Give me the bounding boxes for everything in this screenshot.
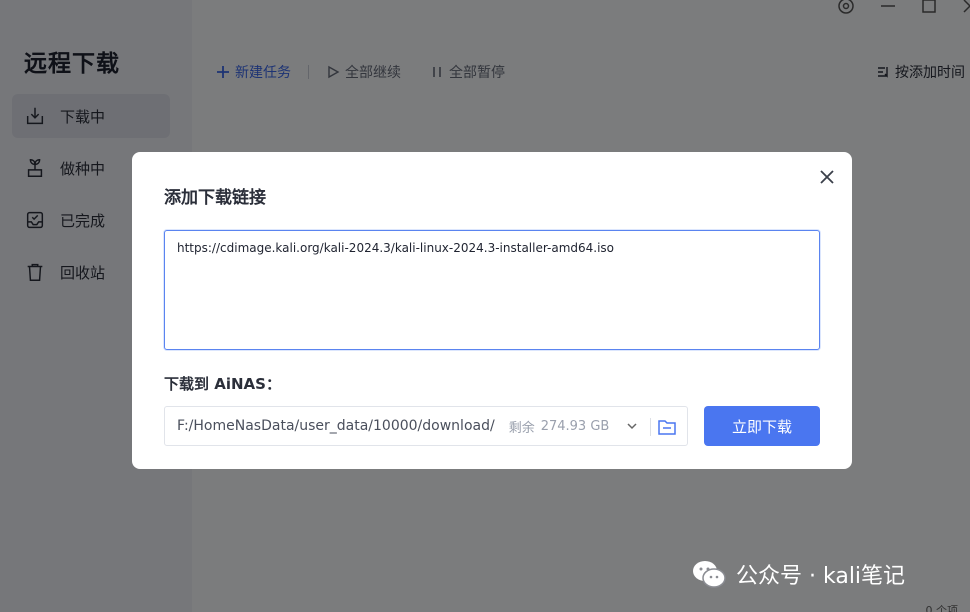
free-space-value: 274.93 GB: [540, 418, 610, 434]
add-download-dialog: 添加下载链接 下载到 AiNAS： F:/HomeNasData/user_da…: [132, 152, 852, 469]
close-icon[interactable]: [816, 166, 838, 188]
free-space-label: 剩余: [508, 420, 535, 436]
download-url-input[interactable]: [164, 230, 820, 350]
download-path-select[interactable]: F:/HomeNasData/user_data/10000/download/…: [164, 406, 688, 446]
folder-icon[interactable]: [656, 416, 678, 438]
path-value: F:/HomeNasData/user_data/10000/download/: [177, 418, 495, 434]
select-divider: [650, 418, 651, 436]
download-now-button[interactable]: 立即下载: [704, 406, 820, 446]
target-label: 下载到 AiNAS：: [164, 375, 281, 393]
watermark: 公众号 · kali笔记: [692, 558, 905, 590]
wechat-icon: [693, 561, 726, 588]
dialog-title: 添加下载链接: [164, 188, 266, 208]
watermark-text: 公众号 · kali笔记: [736, 564, 906, 589]
chevron-down-icon[interactable]: [625, 419, 639, 433]
